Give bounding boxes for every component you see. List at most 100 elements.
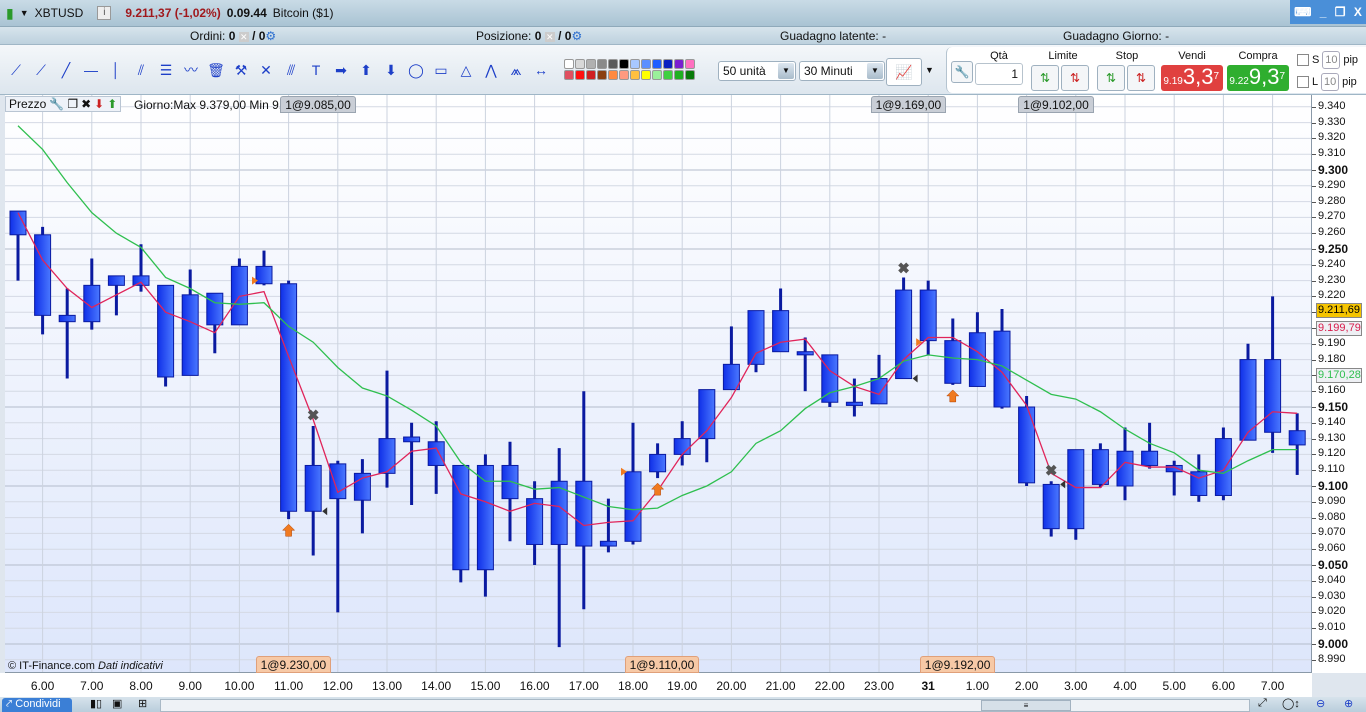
color-swatch[interactable] (575, 70, 585, 80)
color-swatch[interactable] (674, 59, 684, 69)
zoom-out-icon[interactable]: ⊖ (1316, 697, 1325, 710)
color-swatch[interactable] (630, 70, 640, 80)
text-icon[interactable]: T (304, 59, 328, 81)
autoscale-icon[interactable]: ◯↕ (1282, 697, 1300, 710)
arrow-up-icon[interactable]: ⬆ (354, 59, 378, 81)
time-axis[interactable]: 6.00 7.00 8.00 9.00 10.00 11.00 12.00 13.00 14.0… (0, 673, 1312, 697)
segment-icon[interactable]: ⟋ (4, 59, 28, 81)
ray-icon[interactable]: ╱ (54, 59, 78, 81)
chevron-down-icon[interactable]: ▼ (867, 63, 883, 79)
ellipse-icon[interactable]: ◯ (404, 59, 428, 81)
color-swatch[interactable] (564, 59, 574, 69)
color-swatch[interactable] (597, 70, 607, 80)
fibonacci-icon[interactable]: ☰ (154, 59, 178, 81)
color-swatch[interactable] (597, 59, 607, 69)
wrench-icon[interactable]: 🔧 (49, 97, 64, 111)
color-swatch[interactable] (586, 59, 596, 69)
order-label[interactable]: 1@9.230,00 (255, 656, 332, 673)
color-swatch[interactable] (652, 59, 662, 69)
parallel-lines-icon[interactable]: ⫽ (129, 59, 153, 81)
color-swatch[interactable] (652, 70, 662, 80)
color-swatch[interactable] (630, 59, 640, 69)
cancel-orders-icon[interactable]: ✕ (238, 31, 249, 42)
layout-icon[interactable]: ⊞ (138, 697, 147, 710)
rectangle-icon[interactable]: ▭ (429, 59, 453, 81)
order-label[interactable]: 1@9.169,00 (870, 96, 947, 113)
zoom-in-icon[interactable]: ⊕ (1344, 697, 1353, 710)
price-axis[interactable]: 8.990 9.000 9.010 9.020 9.030 9.040 9.050 9.060… (1312, 95, 1366, 673)
horizontal-scrollbar[interactable]: ≡ (160, 699, 1250, 712)
sell-button[interactable]: 9.193,37 (1161, 65, 1223, 91)
line-icon[interactable]: ⟋ (29, 59, 53, 81)
keyboard-icon[interactable]: ⌨ (1294, 5, 1311, 19)
arrow-right-icon[interactable]: ➡ (329, 59, 353, 81)
order-label[interactable]: 1@9.102,00 (1018, 96, 1094, 113)
stop-checkbox[interactable] (1297, 54, 1309, 66)
color-swatch[interactable] (608, 59, 618, 69)
dropdown-icon[interactable]: ▼ (20, 8, 29, 18)
symbol[interactable]: XBTUSD (35, 6, 84, 20)
limit-buy-button[interactable]: ⇅ (1031, 65, 1059, 91)
zoom-fit-icon[interactable]: ⤢ (1258, 697, 1267, 710)
color-swatch[interactable] (641, 70, 651, 80)
candlestick-icon[interactable]: ▮ (6, 5, 14, 22)
units-select[interactable]: 50 unità ▼ (718, 61, 796, 81)
chevron-down-icon[interactable]: ▼ (925, 65, 934, 75)
gear-icon[interactable]: ⚙ (571, 29, 582, 43)
limit-checkbox[interactable] (1297, 76, 1309, 88)
order-label[interactable]: 1@9.110,00 (624, 656, 700, 673)
minimize-icon[interactable]: _ (1320, 5, 1327, 19)
move-up-icon[interactable]: ⬆ (107, 97, 117, 111)
measure-icon[interactable]: ↔ (529, 59, 553, 81)
arrow-down-icon[interactable]: ⬇ (379, 59, 403, 81)
wrench-icon[interactable]: 🔧 (951, 61, 973, 83)
buy-button[interactable]: 9.229,37 (1227, 65, 1289, 91)
vertical-line-icon[interactable]: │ (104, 59, 128, 81)
slash-lines-icon[interactable]: ⫻ (279, 59, 303, 81)
close-icon[interactable]: X (1354, 5, 1362, 19)
gear-icon[interactable]: ⚙ (265, 29, 276, 43)
timeframe-select[interactable]: 30 Minuti ▼ (799, 61, 885, 81)
color-swatch[interactable] (663, 70, 673, 80)
color-swatch[interactable] (586, 70, 596, 80)
windows-icon[interactable]: ❐ (67, 97, 78, 111)
scrollbar-thumb[interactable]: ≡ (981, 700, 1071, 711)
triangle-icon[interactable]: △ (454, 59, 478, 81)
close-circle-icon[interactable]: ✖ (81, 97, 91, 111)
pattern-icon[interactable]: ⋀ (479, 59, 503, 81)
cross-line-icon[interactable]: ✕ (254, 59, 278, 81)
wedge-icon[interactable]: ⩕ (504, 59, 528, 81)
color-swatch[interactable] (575, 59, 585, 69)
screenshot-icon[interactable]: ▣ (112, 697, 122, 710)
restore-icon[interactable]: ❐ (1335, 5, 1346, 19)
limit-pips-input[interactable]: 10 (1321, 73, 1340, 91)
color-swatch[interactable] (685, 59, 695, 69)
color-swatch[interactable] (663, 59, 673, 69)
color-swatch[interactable] (564, 70, 574, 80)
qty-input[interactable]: 1 (975, 63, 1023, 85)
indicators-button[interactable]: 📈 (886, 58, 922, 86)
horizontal-line-icon[interactable]: — (79, 59, 103, 81)
order-label[interactable]: 1@9.085,00 (280, 96, 356, 113)
info-icon[interactable]: i (97, 6, 112, 20)
price-chart[interactable] (5, 95, 1312, 673)
move-down-icon[interactable]: ⬇ (94, 97, 104, 111)
stop-sell-button[interactable]: ⇅ (1127, 65, 1155, 91)
color-swatch[interactable] (608, 70, 618, 80)
tools-icon[interactable]: ⚒ (229, 59, 253, 81)
chevron-down-icon[interactable]: ▼ (778, 63, 794, 79)
color-swatch[interactable] (685, 70, 695, 80)
limit-sell-button[interactable]: ⇅ (1061, 65, 1089, 91)
chart-type-icon[interactable]: ▮▯ (90, 697, 102, 710)
order-label[interactable]: 1@9.192,00 (919, 656, 996, 673)
trend-channel-icon[interactable]: 〰 (179, 59, 203, 81)
stop-buy-button[interactable]: ⇅ (1097, 65, 1125, 91)
color-swatch[interactable] (641, 59, 651, 69)
share-button[interactable]: ⤤ Condividi (2, 698, 72, 712)
color-swatch[interactable] (619, 59, 629, 69)
color-swatch[interactable] (619, 70, 629, 80)
stop-pips-input[interactable]: 10 (1322, 51, 1341, 69)
trash-icon[interactable]: 🗑 (204, 59, 228, 81)
color-swatch[interactable] (674, 70, 684, 80)
close-position-icon[interactable]: ✕ (544, 31, 555, 42)
